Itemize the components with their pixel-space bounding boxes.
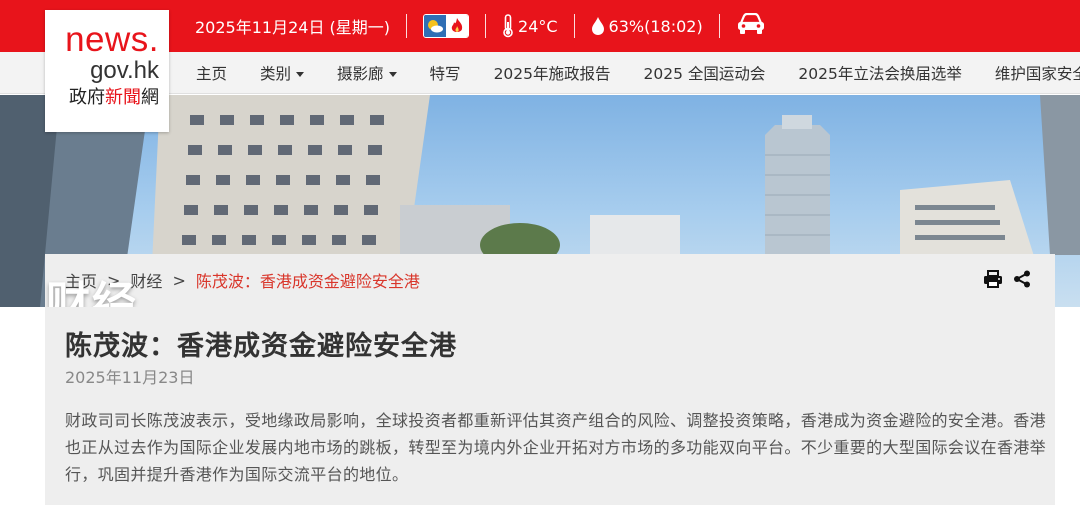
nav-label: 类别	[260, 65, 292, 83]
logo-chinese-part: 政府	[69, 87, 105, 108]
nav-item-legco-election[interactable]: 2025年立法会换届选举	[798, 62, 961, 84]
logo-chinese: 政府新聞網	[45, 86, 159, 110]
article-title: 陈茂波：香港成资金避险安全港	[65, 331, 457, 362]
site-logo[interactable]: news. gov.hk 政府新聞網	[45, 10, 169, 132]
article-tools	[983, 270, 1031, 292]
sunny-icon	[424, 15, 447, 37]
nav-item-categories[interactable]: 类别	[260, 62, 305, 84]
nav-item-national-security[interactable]: 维护国家安全	[995, 62, 1080, 84]
logo-chinese-part: 新聞	[105, 87, 141, 108]
article-card: 主页 > 财经 > 陈茂波：香港成资金避险安全港 陈茂波：香港成资金避险安全港 …	[45, 254, 1055, 505]
nav-item-gallery[interactable]: 摄影廊	[337, 62, 397, 84]
caret-down-icon	[388, 71, 397, 77]
category-title: 财经	[46, 278, 138, 307]
nav-label: 维护国家安全	[994, 65, 1080, 83]
thermometer-icon	[502, 14, 514, 38]
nav-label: 2025年施政报告	[493, 65, 611, 83]
print-icon[interactable]	[983, 270, 1003, 292]
top-info: 2025年11月24日 (星期一) 24°C 63%(18:02)	[195, 0, 766, 52]
nav-item-home[interactable]: 主页	[196, 62, 227, 84]
nav-item-features[interactable]: 特写	[430, 62, 461, 84]
logo-news: news.	[65, 20, 159, 59]
logo-govhk: gov.hk	[90, 57, 159, 84]
breadcrumb-current: 陈茂波：香港成资金避险安全港	[195, 272, 420, 291]
article-date: 2025年11月23日	[65, 368, 195, 387]
car-icon[interactable]	[736, 12, 766, 39]
temperature: 24°C	[518, 16, 558, 36]
logo-chinese-part: 網	[141, 87, 159, 108]
caret-down-icon	[296, 71, 305, 77]
nav-label: 主页	[196, 65, 228, 83]
divider	[485, 14, 487, 38]
divider	[406, 14, 408, 38]
nav-item-national-games[interactable]: 2025 全国运动会	[644, 62, 766, 84]
breadcrumb-separator: >	[172, 270, 186, 290]
humidity: 63%(18:02)	[608, 16, 703, 36]
nav-label: 特写	[429, 65, 461, 83]
current-date: 2025年11月24日 (星期一)	[195, 18, 391, 37]
nav-label: 2025年立法会换届选举	[798, 65, 962, 83]
nav-label: 摄影廊	[337, 65, 384, 83]
article-body: 财政司司长陈茂波表示，受地缘政局影响，全球投资者都重新评估其资产组合的风险、调整…	[65, 411, 1047, 484]
humidity-drop-icon	[591, 16, 605, 36]
fire-danger-icon	[446, 15, 469, 37]
divider	[718, 14, 720, 38]
weather-warning-icon[interactable]	[423, 14, 470, 38]
divider	[573, 14, 575, 38]
share-icon[interactable]	[1013, 270, 1031, 292]
nav-label: 2025 全国运动会	[643, 65, 766, 83]
nav-item-policy-address[interactable]: 2025年施政报告	[494, 62, 611, 84]
